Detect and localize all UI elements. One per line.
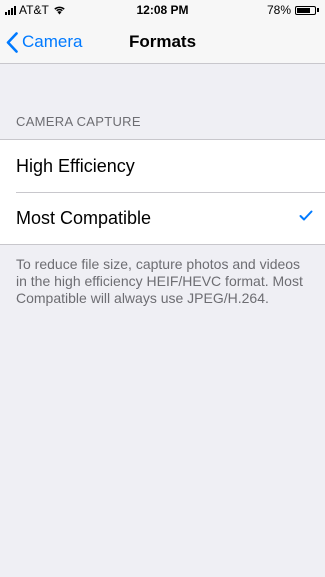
option-most-compatible[interactable]: Most Compatible — [0, 192, 325, 244]
battery-nub — [317, 8, 319, 12]
option-label: Most Compatible — [16, 207, 152, 228]
section-footer: To reduce file size, capture photos and … — [16, 256, 303, 306]
checkmark-icon — [299, 210, 313, 221]
back-button[interactable]: Camera — [6, 20, 82, 64]
status-bar: AT&T 12:08 PM 78% — [0, 0, 325, 20]
chevron-left-icon — [6, 31, 18, 53]
back-button-label: Camera — [22, 32, 83, 51]
battery-icon — [295, 5, 316, 15]
battery-group: 78% — [267, 3, 319, 17]
option-high-efficiency[interactable]: High Efficiency — [0, 140, 325, 192]
battery-percent: 78% — [266, 3, 291, 17]
navigation-bar: Camera Formats — [0, 20, 325, 64]
option-label: High Efficiency — [16, 155, 135, 176]
section-header: CAMERA CAPTURE — [16, 114, 141, 129]
battery-fill — [297, 7, 310, 13]
format-options-list: High Efficiency Most Compatible — [0, 139, 325, 245]
